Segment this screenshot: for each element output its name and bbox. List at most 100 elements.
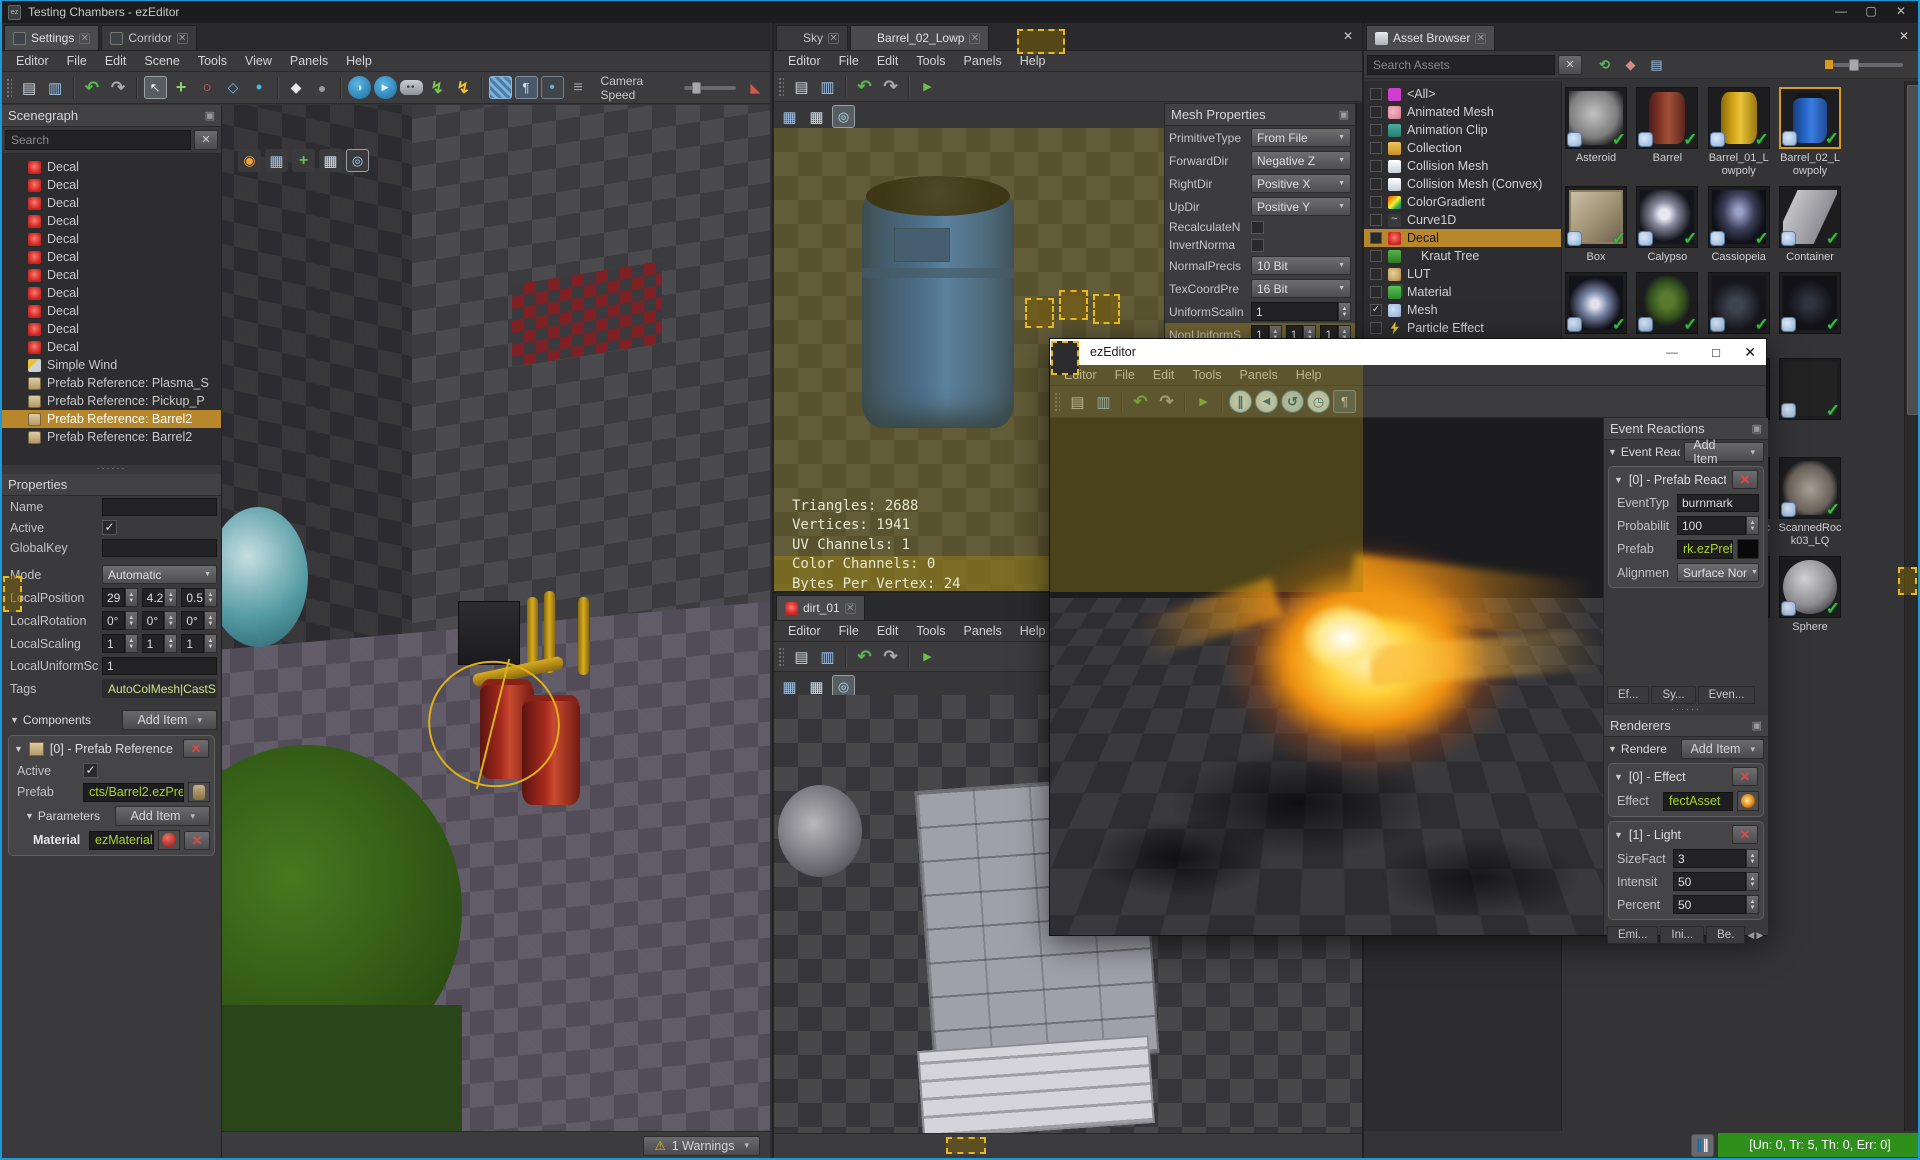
menu-item[interactable]: Edit [869, 622, 907, 640]
undo-icon[interactable] [853, 645, 876, 668]
intensity-stepper[interactable]: 50 ▲ ▼ [1673, 872, 1759, 891]
scenegraph-item[interactable]: Decal [2, 320, 221, 338]
tab-close-icon[interactable]: ✕ [1475, 32, 1487, 44]
menu-item[interactable]: View [237, 52, 280, 70]
layers-icon[interactable] [567, 76, 590, 99]
panel-float-icon[interactable]: ▣ [205, 109, 215, 122]
redo-icon[interactable] [107, 76, 130, 99]
scenegraph-item[interactable]: Decal [2, 176, 221, 194]
scaling-z-stepper[interactable]: 1 ▲ ▼ [181, 634, 218, 653]
whitebox-icon[interactable] [285, 76, 308, 99]
sep-icon[interactable] [1184, 391, 1186, 412]
undo-icon[interactable] [853, 75, 876, 98]
scenegraph-item[interactable]: Decal [2, 248, 221, 266]
menu-item[interactable]: Tools [1184, 366, 1229, 384]
property-dropdown[interactable]: 16 Bit [1251, 279, 1351, 298]
play-icon[interactable] [347, 76, 371, 99]
camera-speed-slider[interactable] [684, 81, 736, 94]
toolbar-handle[interactable] [6, 77, 12, 98]
asset-type-item[interactable]: Animated Mesh [1364, 103, 1561, 121]
menu-item[interactable]: File [831, 622, 867, 640]
asset-type-item[interactable]: Kraut Tree [1364, 247, 1561, 265]
tags-dropdown[interactable]: AutoColMesh|CastShadow [102, 679, 217, 698]
sep-icon[interactable] [908, 76, 910, 97]
scenegraph-search-clear-icon[interactable]: ✕ [194, 130, 218, 150]
sep-icon[interactable] [276, 77, 279, 98]
camera-icon[interactable] [832, 105, 855, 128]
sep-icon[interactable] [1121, 391, 1123, 412]
type-filter-checkbox[interactable] [1370, 322, 1382, 334]
save-icon[interactable] [790, 75, 813, 98]
imgexport-icon[interactable] [319, 149, 342, 172]
type-filter-checkbox[interactable]: ✓ [1370, 304, 1382, 316]
scenegraph-item[interactable]: Prefab Reference: Pickup_P [2, 392, 221, 410]
pause-transform-button[interactable]: ∥ [1691, 1133, 1714, 1157]
clock-icon[interactable] [1307, 390, 1330, 413]
scenegraph-item[interactable]: Decal [2, 284, 221, 302]
decal-tab[interactable]: dirt_01 ✕ [776, 595, 865, 620]
asset-type-item[interactable]: Animation Clip [1364, 121, 1561, 139]
type-filter-checkbox[interactable] [1370, 250, 1382, 262]
asset-type-item[interactable]: <All> [1364, 85, 1561, 103]
scenegraph-item[interactable]: Simple Wind [2, 356, 221, 374]
scene-tab[interactable]: Settings ✕ [4, 25, 100, 50]
property-dropdown[interactable]: From File [1251, 128, 1351, 147]
scenegraph-item[interactable]: Decal [2, 230, 221, 248]
sizefactor-stepper[interactable]: 3 ▲ ▼ [1673, 849, 1759, 868]
mesh-tab[interactable]: Barrel_02_Lowp ✕ [850, 25, 990, 50]
sep-icon[interactable] [1221, 391, 1223, 412]
close-button[interactable]: ✕ [1744, 344, 1756, 361]
asset-item[interactable]: ✓ Calypso [1633, 184, 1701, 270]
scenegraph-item[interactable]: Decal [2, 266, 221, 284]
scenegraph-item[interactable]: Prefab Reference: Plasma_S [2, 374, 221, 392]
panel-float-icon[interactable]: ▣ [1752, 422, 1762, 435]
scenegraph-item[interactable]: Decal [2, 158, 221, 176]
list-view-icon[interactable]: ▤ [1645, 53, 1668, 76]
expand-icon[interactable] [292, 149, 315, 172]
sep-icon[interactable] [135, 77, 138, 98]
asset-grid-scrollbar[interactable] [1904, 81, 1918, 1131]
maximize-button[interactable]: ▢ [1856, 1, 1886, 23]
asset-item[interactable]: ✓ [1776, 356, 1844, 429]
effect-asset-thumbnail[interactable] [1737, 791, 1759, 811]
asset-type-item[interactable]: Material [1364, 283, 1561, 301]
reaction-prefab-field[interactable]: rk.ezPrefab [1677, 539, 1733, 559]
sep-icon[interactable] [845, 76, 847, 97]
saveall-icon[interactable] [816, 645, 839, 668]
export-icon[interactable] [916, 75, 939, 98]
property-checkbox[interactable] [1251, 220, 1264, 234]
panel-tab[interactable]: Emi... [1607, 926, 1659, 944]
tab-close-icon[interactable]: ✕ [79, 32, 91, 44]
menu-item[interactable]: Edit [869, 52, 907, 70]
type-filter-checkbox[interactable] [1370, 160, 1382, 172]
snap-icon[interactable] [248, 76, 271, 99]
menu-item[interactable]: File [59, 52, 95, 70]
remove-renderer-button[interactable]: ✕ [1732, 767, 1758, 786]
remove-component-button[interactable]: ✕ [183, 739, 209, 758]
asset-type-item[interactable]: ✓ Mesh [1364, 301, 1561, 319]
rotation-x-stepper[interactable]: 0° ▲ ▼ [102, 611, 138, 630]
material-asset-field[interactable]: ezMaterialAsset [89, 830, 154, 850]
type-filter-checkbox[interactable] [1370, 142, 1382, 154]
asset-type-item[interactable]: Particle Effect [1364, 319, 1561, 337]
type-filter-checkbox[interactable] [1370, 124, 1382, 136]
asset-item[interactable]: ✓ Barrel_01_Lowpoly [1705, 85, 1773, 184]
menu-item[interactable]: Tools [908, 622, 953, 640]
mesh-tab[interactable]: Sky ✕ [776, 25, 849, 50]
export-icon[interactable] [916, 645, 939, 668]
asset-item[interactable]: ✓ ScannedRock03_LQ [1776, 455, 1844, 554]
panel-tab[interactable]: Be. [1706, 926, 1746, 944]
translate-icon[interactable] [170, 76, 193, 99]
transform-assets-icon[interactable]: ◆ [1619, 53, 1642, 76]
type-filter-checkbox[interactable] [1370, 196, 1382, 208]
add-parameter-button[interactable]: Add Item [115, 806, 210, 826]
asset-item[interactable]: ✓ [1776, 270, 1844, 343]
property-dropdown[interactable]: 10 Bit [1251, 256, 1351, 275]
panel-close-icon[interactable]: ✕ [1343, 30, 1356, 44]
tab-scroll-left-icon[interactable]: ◀ [1747, 930, 1754, 941]
minimize-button[interactable]: — [1826, 1, 1856, 23]
floating-titlebar[interactable]: ezEditor — □ ✕ [1050, 339, 1766, 365]
asset-item[interactable]: ✓ Asteroid [1562, 85, 1630, 171]
tab-scroll-right-icon[interactable]: ▶ [1756, 930, 1763, 941]
sphere-icon[interactable] [311, 76, 334, 99]
